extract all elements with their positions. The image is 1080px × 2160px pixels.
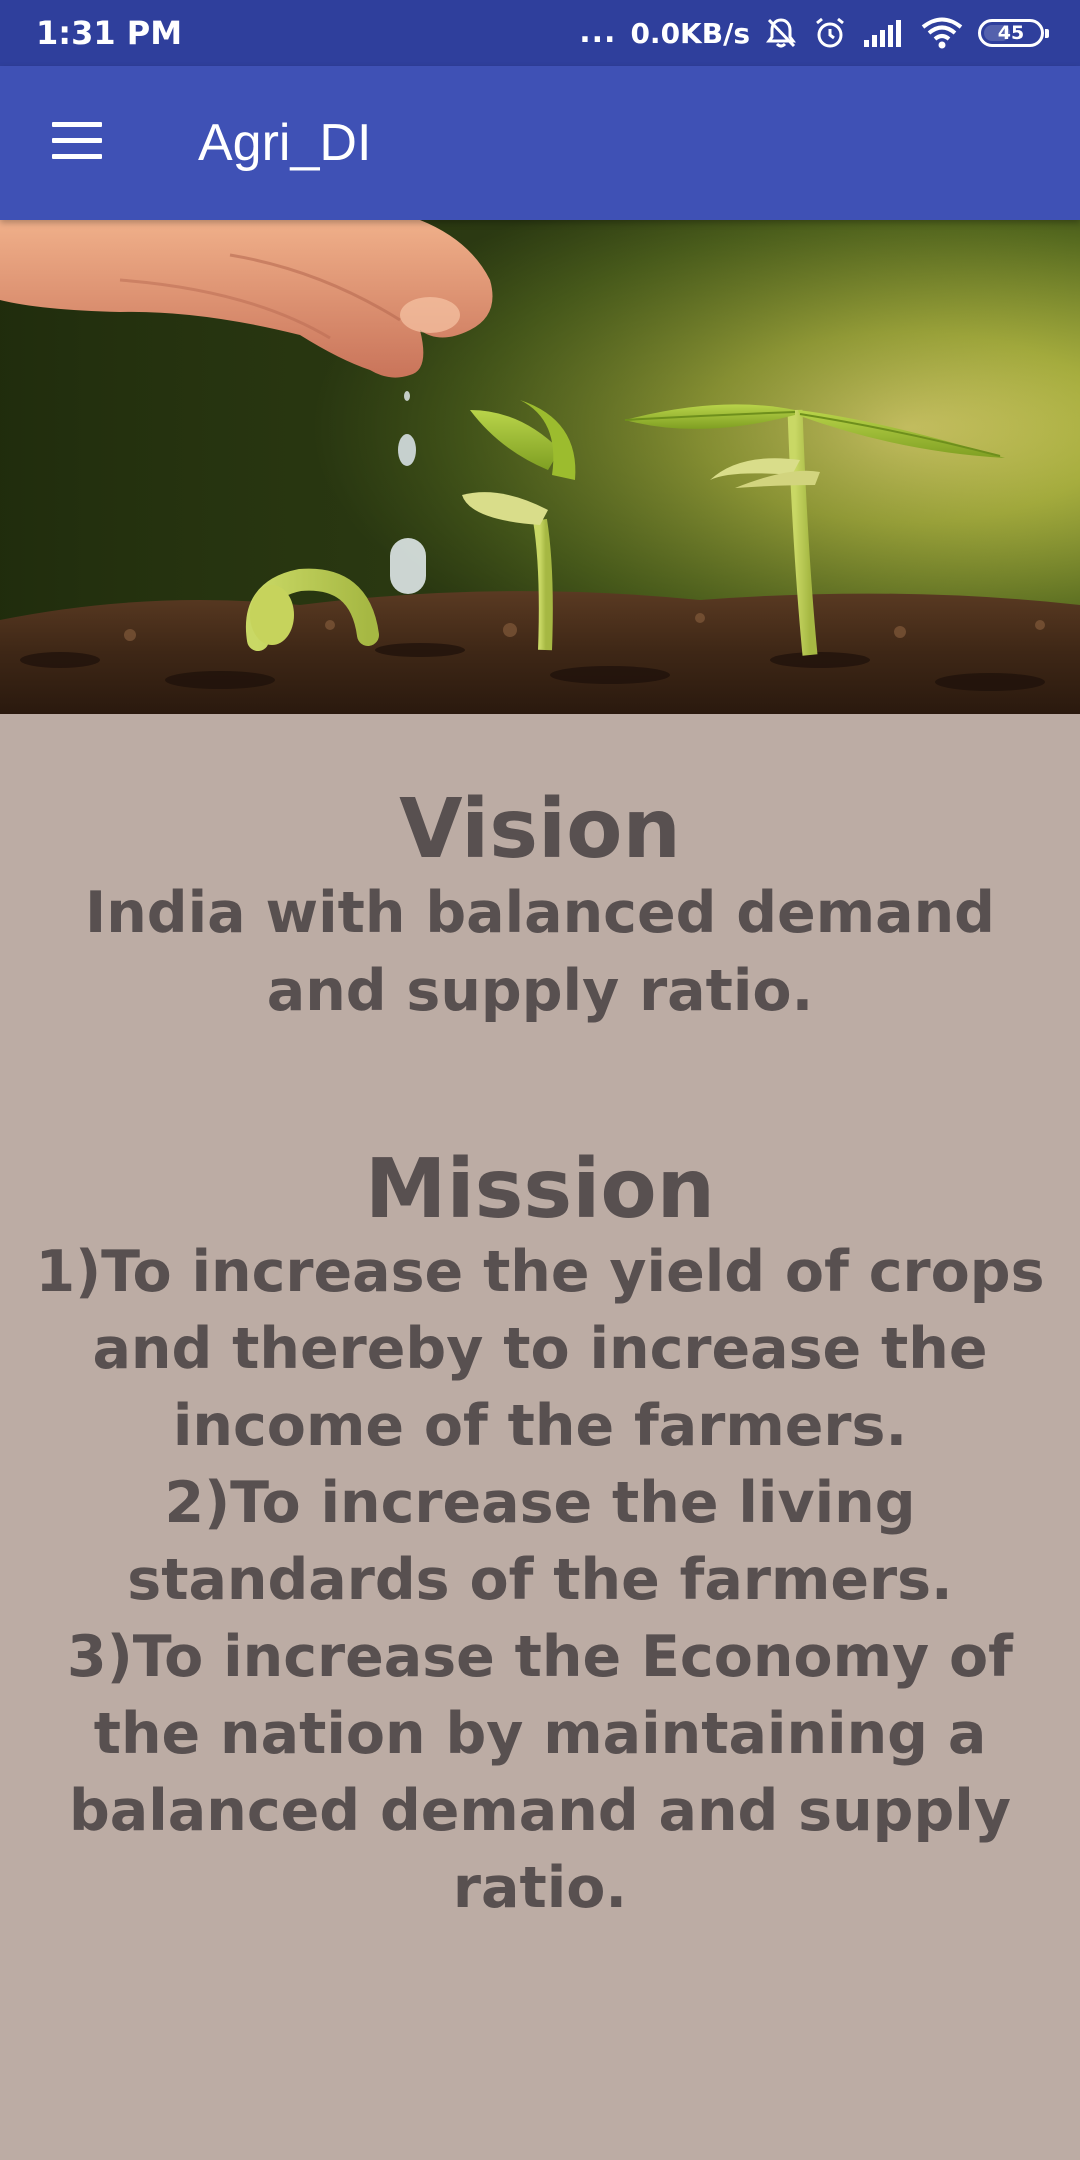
app-title: Agri_DI [198,114,372,172]
hero-image [0,220,1080,714]
vision-text: India with balanced demand and supply ra… [85,880,995,1024]
mission-item: 3)To increase the Economy of the nation … [67,1624,1013,1921]
mission-item: 2)To increase the living standards of th… [127,1470,953,1613]
mission-heading: Mission [364,1142,716,1237]
signal-icon [862,18,906,48]
battery-icon: 45 [978,19,1049,47]
content: Vision India with balanced demand and su… [0,714,1080,1927]
alarm-icon [812,15,848,51]
notifications-muted-icon [764,16,798,50]
battery-level: 45 [997,22,1025,44]
status-time: 1:31 PM [36,14,183,52]
vision-heading: Vision [399,782,681,877]
status-icons: ... 0.0KB/s 45 [579,10,1049,56]
network-speed: 0.0KB/s [630,16,750,50]
more-notifications-icon: ... [579,15,617,50]
mission-item: 1)To increase the yield of crops and the… [35,1239,1045,1459]
app-bar: Agri_DI [0,66,1080,220]
status-bar: 1:31 PM ... 0.0KB/s 45 [0,0,1080,66]
hamburger-menu-icon[interactable] [38,110,116,176]
mission-list: 1)To increase the yield of crops and the… [0,1234,1080,1927]
wifi-icon [920,16,964,50]
